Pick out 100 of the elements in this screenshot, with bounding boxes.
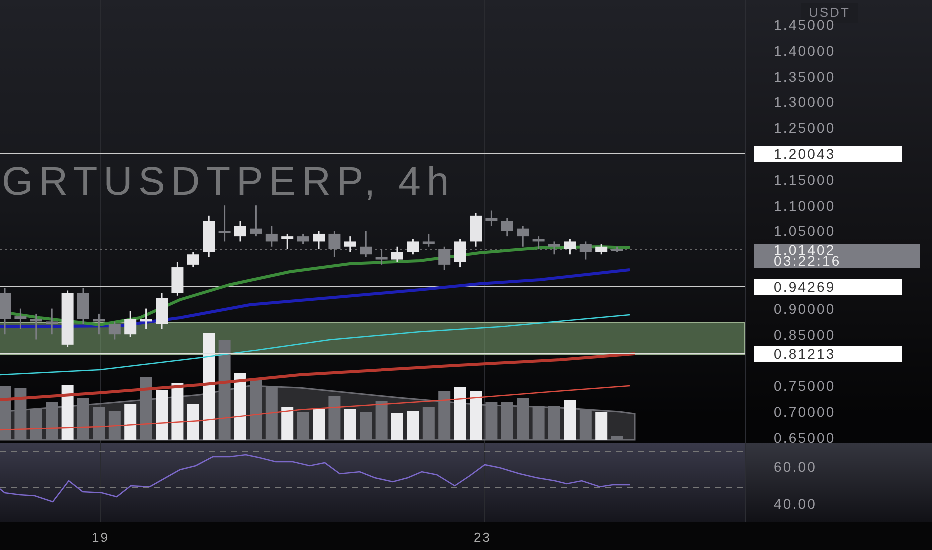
volume-bar [297,412,310,440]
candlestick [156,293,168,330]
price-axis-label: 1.40000 [774,42,836,59]
rsi-axis-label: 40.00 [774,496,818,512]
candlestick [172,262,184,296]
candlestick [218,206,231,242]
volume-bar [140,377,152,440]
price-level-label: 0.94269 [754,279,902,295]
price-axis-label: 0.90000 [774,300,836,317]
price-level-label: 0.81213 [754,346,902,362]
candlestick [124,311,137,338]
volume-bar [580,410,592,440]
volume-bar [422,407,435,440]
volume-bar [313,409,325,440]
volume-bar [392,413,404,440]
price-axis-label: 1.30000 [774,94,836,110]
candlestick [580,242,592,260]
volume-bar [30,409,42,440]
candlestick [532,236,545,250]
price-axis-label: 1.35000 [774,68,836,85]
candlestick [596,244,608,255]
volume-bar [124,404,137,440]
volume-bar [156,390,168,440]
price-axis-label: 0.70000 [774,404,836,420]
candlestick [501,218,514,237]
candlestick [93,314,106,335]
symbol-watermark: GRTUSDTPERP, 4h [2,160,456,204]
candlestick [470,213,482,247]
candlestick [140,308,152,330]
volume-bar [187,404,200,440]
price-level-label: 1.20043 [754,146,902,162]
candlestick [46,308,58,335]
volume-bar [78,398,90,440]
volume-bar [548,406,560,440]
volume-bar [62,385,74,440]
countdown-text: 03:22:16 [774,256,842,267]
candlestick [564,239,576,255]
volume-bar [266,386,278,440]
volume-bar [250,378,262,440]
candlestick [422,234,435,247]
time-axis-label: 23 [474,529,492,547]
volume-bar [93,407,106,440]
candlestick [407,239,420,255]
price-axis-label: 1.25000 [774,120,836,136]
volume-bar [438,391,451,440]
volume-bar [470,391,482,440]
candlestick [313,231,325,250]
volume-bar [46,402,58,440]
volume-bar [376,401,388,440]
candlestick [282,234,294,250]
price-axis-label: 0.85000 [774,326,836,343]
candlestick [438,246,451,270]
time-axis-label: 19 [92,529,110,547]
candlestick [360,231,372,258]
candlestick [392,246,404,262]
candlestick [14,308,27,330]
candlestick [486,210,498,226]
volume-bar [532,406,545,440]
price-axis-label: 0.65000 [774,430,836,446]
candlestick [517,226,530,247]
volume-bar [360,412,372,440]
volume-bar [108,411,121,440]
candlestick [297,234,310,244]
volume-bar [234,373,246,440]
candlestick [0,288,11,335]
volume-bar [517,398,530,440]
candlestick [30,314,42,340]
volume-bar [564,400,576,440]
last-price-text: 1.01402 [774,245,836,256]
candlestick [62,290,74,348]
candlestick [454,239,466,268]
candlestick [250,206,262,237]
candlestick [548,242,560,255]
volume-bar [0,386,11,440]
candlestick [187,252,200,268]
volume-bar [14,388,27,440]
price-axis-label: 1.15000 [774,172,836,188]
candlestick [108,322,121,340]
price-axis-label: 0.75000 [774,378,836,394]
volume-bar [454,387,466,440]
candlestick [376,249,388,265]
price-axis-label: 1.10000 [774,198,836,214]
rsi-axis-label: 60.00 [774,459,818,475]
volume-bar [611,436,624,440]
volume-bar [172,383,184,440]
volume-bar [596,412,608,440]
volume-bar [344,409,356,440]
volume-bar [486,402,498,440]
volume-bar [407,411,420,440]
candlestick [344,236,356,252]
candlestick [234,221,246,242]
volume-bar [501,402,514,440]
volume-bar [282,407,294,440]
candlestick [78,288,90,324]
candlestick [328,231,341,258]
price-axis-label: 1.05000 [774,223,836,240]
candlestick [611,246,624,252]
volume-bar [328,396,341,440]
candlestick [203,216,216,258]
candlestick [266,226,278,247]
